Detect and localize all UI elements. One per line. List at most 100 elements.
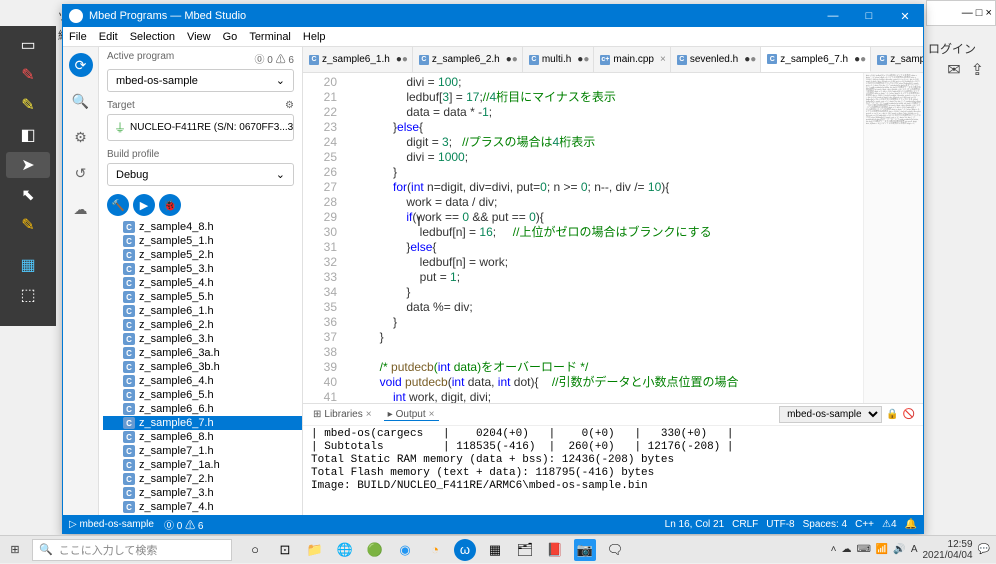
panel-tab-output[interactable]: ▸Output× bbox=[384, 409, 439, 421]
file-item[interactable]: z_sample6_4.h bbox=[103, 374, 302, 388]
tab-close-icon[interactable]: ● bbox=[854, 54, 866, 65]
statusbar-item[interactable]: C++ bbox=[855, 519, 874, 530]
app-icon-6[interactable]: 📕 bbox=[544, 539, 566, 561]
tray-ime-icon[interactable]: A bbox=[911, 544, 918, 555]
problems-badge[interactable]: ⓪ 0 ⚠ 6 bbox=[255, 51, 294, 66]
file-item[interactable]: z_sample7_5.h bbox=[103, 514, 302, 515]
arrow-tool-icon[interactable]: ➤ bbox=[6, 152, 50, 178]
history-icon[interactable]: ↺ bbox=[69, 161, 93, 185]
menu-file[interactable]: File bbox=[69, 31, 87, 43]
file-item[interactable]: z_sample5_4.h bbox=[103, 276, 302, 290]
app-icon-8[interactable]: 🗨 bbox=[604, 539, 626, 561]
file-item[interactable]: z_sample7_1.h bbox=[103, 444, 302, 458]
panel-tab-libraries[interactable]: ⊞Libraries× bbox=[309, 409, 376, 420]
file-item[interactable]: z_sample5_5.h bbox=[103, 290, 302, 304]
tray-chevron-icon[interactable]: ˄ bbox=[831, 544, 837, 555]
statusbar-item[interactable]: Spaces: 4 bbox=[803, 519, 847, 530]
debug-button[interactable]: 🐞 bbox=[159, 194, 181, 216]
minimap[interactable]: divi = 100; ledbuf[3] = 17;//4桁目にマイナスを表示… bbox=[863, 73, 923, 403]
cortana-icon[interactable]: ○ bbox=[244, 539, 266, 561]
cursor-tool-icon[interactable]: ⬉ bbox=[6, 182, 50, 208]
editor-tab[interactable]: Cz_sample6_7.h● bbox=[761, 47, 871, 72]
editor-tab[interactable]: Cz_sample6_1.h● bbox=[303, 47, 413, 72]
file-item[interactable]: z_sample4_8.h bbox=[103, 220, 302, 234]
menu-go[interactable]: Go bbox=[223, 31, 238, 43]
edge-icon[interactable]: 🌐 bbox=[334, 539, 356, 561]
statusbar-item[interactable]: ⓪ 0 ⚠ 6 bbox=[164, 517, 203, 532]
menu-help[interactable]: Help bbox=[303, 31, 326, 43]
target-settings-icon[interactable]: ⚙ bbox=[285, 100, 294, 111]
close-button[interactable]: ✕ bbox=[887, 5, 923, 27]
app-icon-3[interactable]: ω bbox=[454, 539, 476, 561]
close-icon[interactable]: × bbox=[366, 409, 372, 420]
file-item[interactable]: z_sample6_3a.h bbox=[103, 346, 302, 360]
tray-keyboard-icon[interactable]: ⌨ bbox=[856, 544, 870, 555]
cloud-icon[interactable]: ☁ bbox=[69, 197, 93, 221]
file-item[interactable]: z_sample7_1a.h bbox=[103, 458, 302, 472]
chrome-icon[interactable]: 🟢 bbox=[364, 539, 386, 561]
settings-icon[interactable]: ⚙ bbox=[69, 125, 93, 149]
file-item[interactable]: z_sample6_5.h bbox=[103, 388, 302, 402]
taskbar-clock[interactable]: 12:59 2021/04/04 bbox=[922, 539, 972, 561]
menu-selection[interactable]: Selection bbox=[130, 31, 175, 43]
tab-close-icon[interactable]: ● bbox=[396, 54, 408, 65]
code-editor[interactable]: 20 21 22 23 24 25 26 27 28 29 30 31 32 3… bbox=[303, 73, 923, 403]
clear-icon[interactable]: 🚫 bbox=[903, 409, 915, 420]
mail-icon[interactable]: ✉ bbox=[947, 60, 960, 80]
file-item[interactable]: z_sample6_1.h bbox=[103, 304, 302, 318]
app-icon-5[interactable]: 🗂 bbox=[514, 539, 536, 561]
app-icon-4[interactable]: ▦ bbox=[484, 539, 506, 561]
app-icon-7[interactable]: 📷 bbox=[574, 539, 596, 561]
editor-tab[interactable]: Csevenled.h● bbox=[671, 47, 761, 72]
build-button[interactable]: 🔨 bbox=[107, 194, 129, 216]
notifications-icon[interactable]: 💬 bbox=[978, 544, 990, 555]
target-dropdown[interactable]: ⏚ NUCLEO-F411RE (S/N: 0670FF3...3...) bbox=[107, 114, 294, 141]
run-button[interactable]: ▶ bbox=[133, 194, 155, 216]
editor-tab[interactable]: c+main.cpp× bbox=[594, 47, 670, 72]
tab-close-icon[interactable]: ● bbox=[577, 54, 589, 65]
minimize-button[interactable]: ― bbox=[815, 5, 851, 27]
app-icon-2[interactable]: ◔ bbox=[424, 539, 446, 561]
explorer-icon[interactable]: 📁 bbox=[304, 539, 326, 561]
highlight-tool-icon[interactable]: ✎ bbox=[6, 212, 50, 238]
lock-icon[interactable]: 🔒 bbox=[886, 409, 898, 420]
system-tray[interactable]: ˄ ☁ ⌨ 📶 🔊 A 12:59 2021/04/04 💬 bbox=[831, 539, 996, 561]
start-button[interactable]: ⊞ bbox=[0, 536, 30, 564]
file-item[interactable]: z_sample5_2.h bbox=[103, 248, 302, 262]
file-tree[interactable]: z_sample4_8.hz_sample5_1.hz_sample5_2.hz… bbox=[99, 220, 302, 515]
statusbar-item[interactable]: ⚠4 bbox=[882, 519, 897, 530]
close-icon[interactable]: × bbox=[429, 409, 435, 420]
tray-wifi-icon[interactable]: 📶 bbox=[876, 544, 888, 555]
pen-tool-icon[interactable]: ✎ bbox=[6, 62, 50, 88]
editor-tab[interactable]: Cmulti.h● bbox=[523, 47, 595, 72]
taskbar-search[interactable]: 🔍 ここに入力して検索 bbox=[32, 539, 232, 561]
code-content[interactable]: divi = 100; ledbuf[3] = 17;//4桁目にマイナスを表示… bbox=[349, 73, 863, 403]
editor-tab[interactable]: Cz_sample6_2.h● bbox=[413, 47, 523, 72]
file-item[interactable]: z_sample7_2.h bbox=[103, 472, 302, 486]
tray-cloud-icon[interactable]: ☁ bbox=[841, 544, 851, 555]
program-dropdown[interactable]: mbed-os-sample ⌄ bbox=[107, 69, 294, 92]
share-icon[interactable]: ⇪ bbox=[971, 60, 984, 80]
palette-icon[interactable]: ⬚ bbox=[6, 282, 50, 308]
output-selector[interactable]: mbed-os-sample bbox=[779, 406, 882, 423]
menu-view[interactable]: View bbox=[187, 31, 211, 43]
statusbar-item[interactable]: ▷ mbed-os-sample bbox=[69, 517, 154, 532]
menu-edit[interactable]: Edit bbox=[99, 31, 118, 43]
maximize-button[interactable]: □ bbox=[851, 5, 887, 27]
presentation-icon[interactable]: ▦ bbox=[6, 252, 50, 278]
statusbar-item[interactable]: UTF-8 bbox=[766, 519, 794, 530]
file-item[interactable]: z_sample6_3b.h bbox=[103, 360, 302, 374]
build-profile-dropdown[interactable]: Debug ⌄ bbox=[107, 163, 294, 186]
file-item[interactable]: z_sample7_4.h bbox=[103, 500, 302, 514]
marker-tool-icon[interactable]: ✎ bbox=[6, 92, 50, 118]
editor-tab[interactable]: Cz_sample6_6.h● bbox=[871, 47, 923, 72]
output-content[interactable]: | mbed-os(cargecs | 0204(+0) | 0(+0) | 3… bbox=[303, 426, 923, 515]
search-icon[interactable]: 🔍 bbox=[69, 89, 93, 113]
statusbar-item[interactable]: Ln 16, Col 21 bbox=[665, 519, 725, 530]
task-view-icon[interactable]: ⊡ bbox=[274, 539, 296, 561]
file-item[interactable]: z_sample6_7.h bbox=[103, 416, 302, 430]
app-icon-1[interactable]: ◉ bbox=[394, 539, 416, 561]
file-item[interactable]: z_sample6_6.h bbox=[103, 402, 302, 416]
file-item[interactable]: z_sample6_2.h bbox=[103, 318, 302, 332]
tab-close-icon[interactable]: ● bbox=[744, 54, 756, 65]
